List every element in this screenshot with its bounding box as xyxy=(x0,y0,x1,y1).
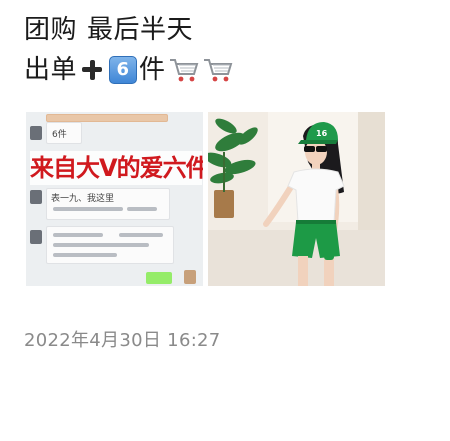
post-text: 团购 最后半天 出单 6 件 xyxy=(24,10,424,90)
chat-avatar xyxy=(30,230,42,244)
post-text-orders: 出单 xyxy=(24,55,78,85)
post-line-2: 出单 6 件 xyxy=(24,50,424,90)
chat-avatar xyxy=(30,190,42,204)
shopping-cart-icon xyxy=(169,59,198,82)
shopping-cart-icon xyxy=(203,59,232,82)
photo-fashion[interactable]: 16 xyxy=(208,112,385,286)
post-text-group-buy: 团购 xyxy=(24,15,78,45)
chat-highlight-bar xyxy=(46,114,168,122)
cap-badge: 16 xyxy=(316,129,328,138)
photo-chat-screenshot[interactable]: 6件 来自大V的爱六件 表一九、我这里 xyxy=(26,112,203,286)
post-text-last-half-day: 最后半天 xyxy=(87,15,194,45)
chat-bubble: 表一九、我这里 xyxy=(46,188,170,220)
chat-green-bubble xyxy=(146,272,172,284)
keycap-six-icon: 6 xyxy=(109,56,138,84)
chat-snippet: 表一九、我这里 xyxy=(51,194,115,204)
fashion-illustration: 16 xyxy=(208,112,385,286)
overlay-caption: 来自大V的爱六件 xyxy=(30,151,203,185)
photo-grid: 6件 来自大V的爱六件 表一九、我这里 16 xyxy=(26,112,388,286)
plus-icon xyxy=(81,59,103,81)
post-text-pieces: 件 xyxy=(139,55,166,85)
chat-badge-text: 6件 xyxy=(52,130,67,140)
chat-bubble xyxy=(46,226,174,264)
chat-avatar xyxy=(184,270,196,284)
chat-avatar xyxy=(30,126,42,140)
chat-bubble: 6件 xyxy=(46,122,82,144)
post-timestamp: 2022年4月30日 16:27 xyxy=(24,330,221,351)
post-line-1: 团购 最后半天 xyxy=(24,10,424,50)
